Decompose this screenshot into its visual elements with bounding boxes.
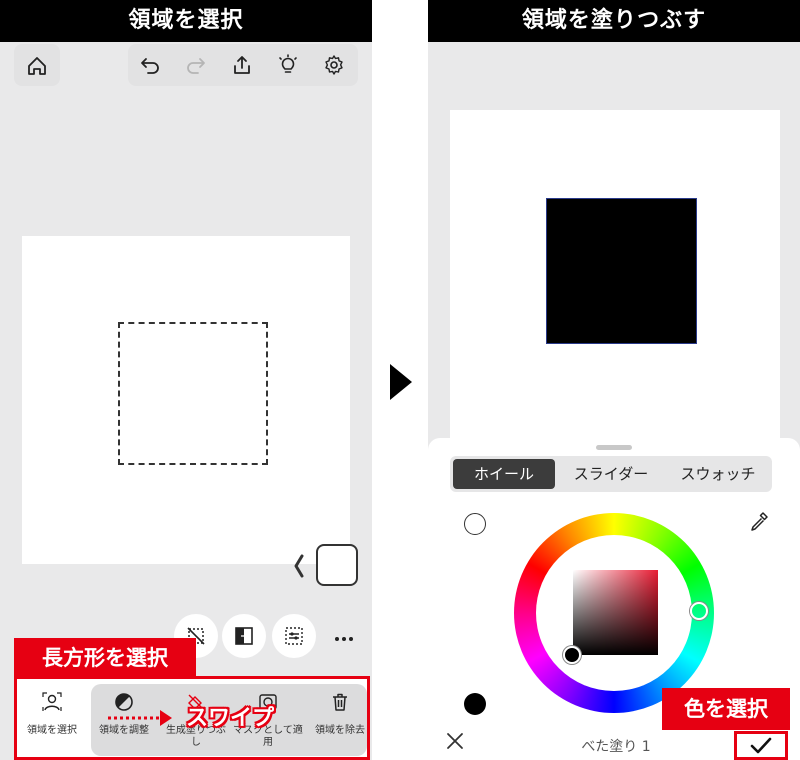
sliders-icon <box>285 627 303 645</box>
gear-icon <box>325 55 343 75</box>
tab-wheel[interactable]: ホイール <box>453 459 555 489</box>
confirm-button[interactable] <box>734 731 788 760</box>
tool-select-area[interactable]: 領域を選択 <box>17 679 87 757</box>
filled-rectangle[interactable] <box>546 198 697 344</box>
refine-selection-button[interactable] <box>272 614 316 658</box>
color-picker-knob[interactable] <box>563 646 581 664</box>
select-subject-icon <box>42 692 62 711</box>
top-toolbar <box>128 44 358 86</box>
tab-sliders[interactable]: スライダー <box>558 459 664 489</box>
right-panel-title: 領域を塗りつぶす <box>428 0 800 42</box>
sheet-grabber[interactable] <box>596 445 632 450</box>
left-panel-title: 領域を選択 <box>0 0 372 42</box>
next-step-arrow-icon <box>390 364 412 400</box>
invert-icon <box>235 627 253 645</box>
color-mode-tabs: ホイール スライダー スウォッチ <box>450 456 772 492</box>
checkmark-icon <box>750 737 772 753</box>
tool-label: 領域を選択 <box>27 725 77 736</box>
home-button[interactable] <box>14 44 60 86</box>
tool-label: 領域を除去 <box>315 725 365 736</box>
more-button[interactable] <box>330 625 358 653</box>
close-icon[interactable] <box>444 730 466 752</box>
right-screen: 領域を塗りつぶす ホイール スライダー スウォッチ べた塗り 1 <box>428 0 800 760</box>
undo-icon <box>141 58 159 74</box>
choose-color-callout: 色を選択 <box>662 688 790 730</box>
eyedropper-icon[interactable] <box>748 510 770 532</box>
rectangle-selection[interactable] <box>118 322 268 465</box>
share-button[interactable] <box>224 47 260 83</box>
share-icon <box>234 56 250 74</box>
redo-icon <box>187 58 205 74</box>
tab-swatches[interactable]: スウォッチ <box>666 459 770 489</box>
ellipsis-icon <box>335 637 353 641</box>
redo-button[interactable] <box>178 47 214 83</box>
layer-thumbnail[interactable] <box>316 544 358 586</box>
saturation-brightness-picker[interactable] <box>573 570 658 655</box>
swipe-arrow-icon <box>108 710 172 726</box>
home-icon <box>28 57 46 75</box>
trash-icon <box>333 693 347 711</box>
no-color-swatch[interactable] <box>464 513 486 535</box>
rectangle-select-callout: 長方形を選択 <box>14 638 196 678</box>
hue-knob[interactable] <box>690 602 708 620</box>
tips-button[interactable] <box>270 47 306 83</box>
lightbulb-icon <box>279 54 297 73</box>
tool-remove-area[interactable]: 領域を除去 <box>305 679 372 757</box>
fill-layer-name: べた塗り 1 <box>581 739 651 755</box>
invert-selection-button[interactable] <box>222 614 266 658</box>
chevron-left-icon[interactable] <box>292 552 306 580</box>
settings-button[interactable] <box>316 47 352 83</box>
left-screen: 領域を選択 領域を選択 領域を調整 生成塗りつぶし マスクとして適用 領域を除去… <box>0 0 372 760</box>
current-color-swatch[interactable] <box>464 693 486 715</box>
undo-button[interactable] <box>132 47 168 83</box>
swipe-callout: スワイプ <box>186 706 275 731</box>
